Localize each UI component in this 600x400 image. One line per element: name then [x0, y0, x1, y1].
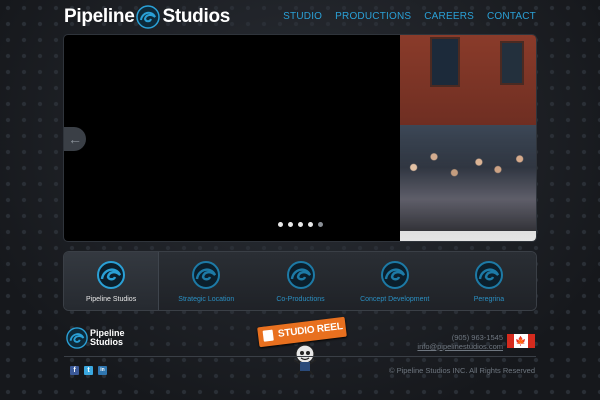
swirl-icon: [192, 261, 221, 289]
swirl-logo-icon: [66, 327, 88, 349]
social-links: f t in: [70, 366, 107, 375]
email-link[interactable]: info@pipelinestudios.com: [417, 342, 503, 351]
footer-contact: (905) 963-1545 info@pipelinestudios.com: [417, 333, 503, 351]
logo-text-right: Studios: [162, 6, 231, 27]
slider-dot-3[interactable]: [298, 222, 303, 227]
studio-reel-button[interactable]: STUDIO REEL: [256, 316, 348, 378]
feature-bar: Pipeline Studios Strategic Location Co-P…: [64, 252, 536, 310]
photo-crowd: [400, 125, 536, 231]
feature-label: Concept Development: [360, 296, 430, 303]
feature-label: Strategic Location: [178, 296, 235, 303]
feature-label: Peregrina: [473, 296, 505, 303]
swirl-logo-icon: [136, 5, 161, 29]
photo-window: [500, 41, 524, 85]
nav-studio[interactable]: STUDIO: [283, 11, 322, 22]
feature-concept-development[interactable]: Concept Development: [348, 252, 442, 310]
photo-window: [430, 37, 460, 87]
slider-dot-1[interactable]: [278, 222, 283, 227]
swirl-icon: [97, 261, 126, 289]
footer-logo-text: Pipeline Studios: [90, 329, 125, 347]
canada-flag-icon[interactable]: 🍁: [507, 334, 535, 348]
facebook-icon[interactable]: f: [70, 366, 79, 375]
hero-slider[interactable]: [64, 35, 536, 241]
swirl-icon: [286, 261, 315, 289]
swirl-icon: [380, 261, 409, 289]
studio-reel-label: STUDIO REEL: [277, 321, 344, 340]
feature-peregrina[interactable]: Peregrina: [442, 252, 536, 310]
slider-dot-4[interactable]: [308, 222, 313, 227]
feature-label: Co-Productions: [276, 296, 325, 303]
header: Pipeline Studios STUDIO PRODUCTIONS CARE…: [64, 4, 536, 30]
slider-dots: [278, 222, 323, 227]
slider-dot-5[interactable]: [318, 222, 323, 227]
footer-logo-line2: Studios: [90, 337, 123, 347]
nav-careers[interactable]: CAREERS: [424, 11, 474, 22]
footer-divider: [64, 356, 536, 357]
linkedin-icon[interactable]: in: [98, 366, 107, 375]
team-photo: [400, 35, 536, 241]
clapperboard-icon: [262, 329, 274, 342]
feature-pipeline-studios[interactable]: Pipeline Studios: [64, 252, 160, 310]
logo-text-left: Pipeline: [64, 6, 135, 27]
slider-dot-2[interactable]: [288, 222, 293, 227]
feature-co-productions[interactable]: Co-Productions: [253, 252, 347, 310]
swirl-icon: [474, 261, 503, 289]
feature-label: Pipeline Studios: [86, 296, 137, 303]
nav-contact[interactable]: CONTACT: [487, 11, 536, 22]
feature-strategic-location[interactable]: Strategic Location: [159, 252, 253, 310]
site-logo[interactable]: Pipeline Studios: [64, 4, 230, 30]
main-nav: STUDIO PRODUCTIONS CAREERS CONTACT: [283, 11, 536, 22]
mascot-icon: [293, 344, 317, 376]
arrow-left-icon: ←: [68, 131, 82, 147]
nav-productions[interactable]: PRODUCTIONS: [335, 11, 411, 22]
twitter-icon[interactable]: t: [84, 366, 93, 375]
footer-logo[interactable]: Pipeline Studios: [66, 327, 125, 349]
phone-number: (905) 963-1545: [451, 333, 503, 342]
copyright-text: © Pipeline Studios INC. All Rights Reser…: [388, 366, 535, 375]
